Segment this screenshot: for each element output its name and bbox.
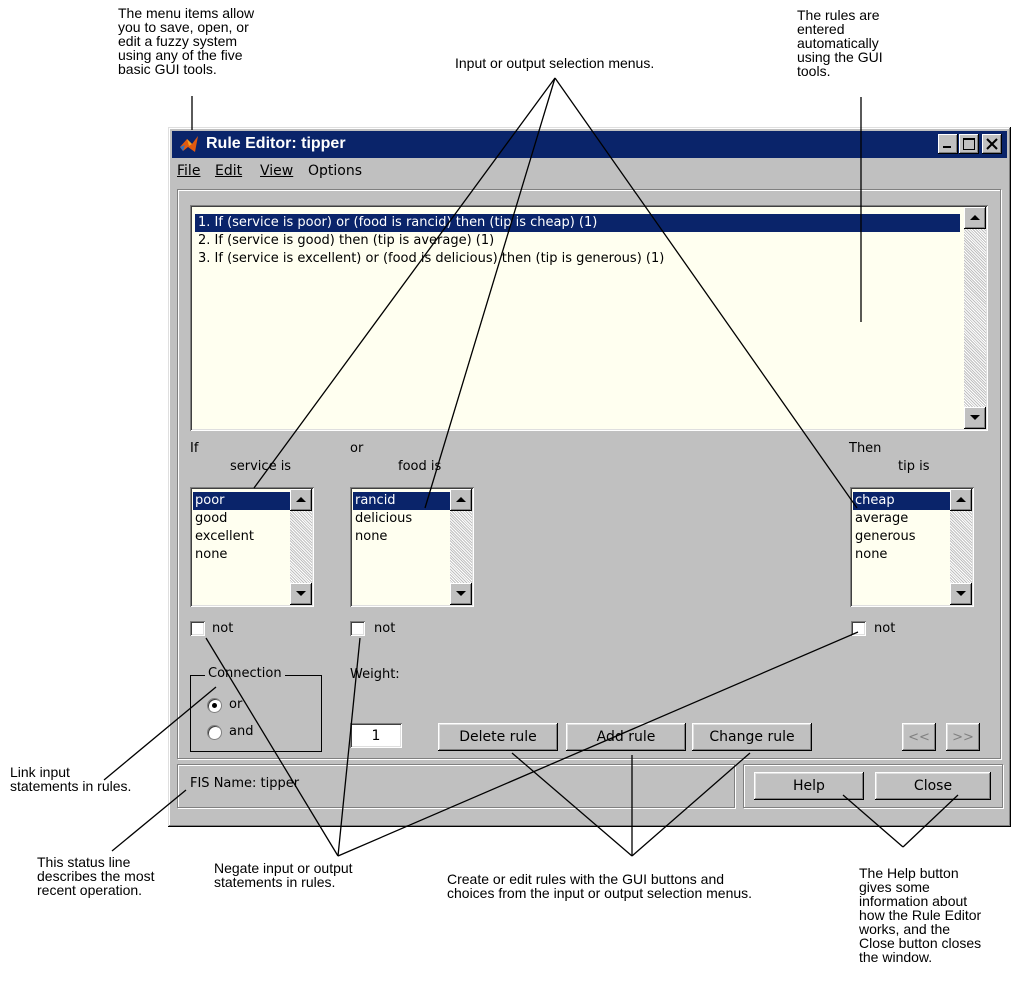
service-not-checkbox[interactable]: [190, 621, 205, 636]
arrow-down-icon: [970, 415, 980, 420]
next-rule-button[interactable]: >>: [946, 723, 980, 751]
menu-bar: File Edit View Options: [172, 160, 1007, 182]
callout-link-input: Link input statements in rules.: [10, 764, 132, 794]
service-not-label: not: [212, 621, 234, 636]
close-window-button[interactable]: [982, 134, 1002, 154]
matlab-icon: [180, 136, 198, 152]
arrow-down-icon: [956, 591, 966, 596]
list-item[interactable]: none: [193, 546, 227, 564]
food-listbox[interactable]: rancid delicious none: [350, 487, 474, 607]
maximize-button[interactable]: [959, 134, 979, 154]
service-listbox[interactable]: poor good excellent none: [190, 487, 314, 607]
maximize-icon: [963, 138, 975, 150]
arrow-up-icon: [956, 497, 966, 502]
help-button[interactable]: Help: [754, 772, 864, 800]
close-icon: [986, 138, 998, 150]
tip-not-checkbox[interactable]: [851, 621, 866, 636]
rule-item[interactable]: 3. If (service is excellent) or (food is…: [195, 250, 664, 268]
menu-options[interactable]: Options: [308, 163, 362, 179]
callout-help-close: The Help button gives some information a…: [859, 865, 982, 965]
scroll-down-button[interactable]: [450, 583, 472, 605]
rule-item[interactable]: 2. If (service is good) then (tip is ave…: [195, 232, 494, 250]
prev-rule-button[interactable]: <<: [902, 723, 936, 751]
status-line: FIS Name: tipper: [177, 764, 735, 808]
list-item[interactable]: good: [193, 510, 227, 528]
help-close-panel: Help Close: [743, 764, 1003, 808]
menu-edit[interactable]: Edit: [215, 163, 242, 179]
list-item[interactable]: rancid: [353, 492, 451, 510]
rule-editor-window: Rule Editor: tipper File Edit View Optio…: [168, 127, 1011, 827]
arrow-down-icon: [456, 591, 466, 596]
radio-and[interactable]: [207, 725, 222, 740]
callout-create-edit: Create or edit rules with the GUI button…: [447, 871, 753, 901]
scroll-up-button[interactable]: [450, 489, 472, 511]
minimize-icon: [943, 146, 951, 148]
arrow-down-icon: [296, 591, 306, 596]
arrow-up-icon: [456, 497, 466, 502]
food-scrollbar[interactable]: [450, 489, 472, 605]
minimize-button[interactable]: [938, 134, 958, 154]
weight-label: Weight:: [350, 667, 400, 682]
list-item[interactable]: none: [853, 546, 887, 564]
status-text: FIS Name: tipper: [190, 776, 300, 791]
rules-scrollbar[interactable]: [964, 207, 986, 429]
callout-rules-entered: The rules are entered automatically usin…: [797, 7, 883, 79]
connection-group: Connection or and: [190, 666, 322, 752]
list-item[interactable]: delicious: [353, 510, 412, 528]
scroll-down-button[interactable]: [964, 407, 986, 429]
if-label: If: [190, 441, 199, 456]
or-label: or: [350, 441, 364, 456]
list-item[interactable]: average: [853, 510, 908, 528]
scroll-up-button[interactable]: [964, 207, 986, 229]
menu-file[interactable]: File: [177, 163, 200, 179]
weight-input[interactable]: 1: [350, 723, 402, 748]
delete-rule-button[interactable]: Delete rule: [438, 723, 558, 751]
scroll-up-button[interactable]: [950, 489, 972, 511]
service-scrollbar[interactable]: [290, 489, 312, 605]
rule-item[interactable]: 1. If (service is poor) or (food is ranc…: [195, 214, 960, 232]
scroll-down-button[interactable]: [290, 583, 312, 605]
tip-label: tip is: [898, 459, 930, 474]
radio-or-label: or: [229, 697, 243, 712]
menu-view[interactable]: View: [260, 163, 293, 179]
list-item[interactable]: cheap: [853, 492, 951, 510]
list-item[interactable]: generous: [853, 528, 916, 546]
close-button[interactable]: Close: [875, 772, 991, 800]
arrow-up-icon: [296, 497, 306, 502]
food-label: food is: [398, 459, 442, 474]
list-item[interactable]: excellent: [193, 528, 254, 546]
title-bar[interactable]: Rule Editor: tipper: [172, 131, 1007, 158]
callout-selection-menus: Input or output selection menus.: [455, 55, 655, 71]
arrow-up-icon: [970, 215, 980, 220]
service-label: service is: [230, 459, 292, 474]
callout-menu-items: The menu items allow you to save, open, …: [118, 5, 255, 77]
food-not-checkbox[interactable]: [350, 621, 365, 636]
food-not-label: not: [374, 621, 396, 636]
change-rule-button[interactable]: Change rule: [692, 723, 812, 751]
list-item[interactable]: none: [353, 528, 387, 546]
callout-status-line: This status line describes the most rece…: [37, 854, 155, 898]
list-item[interactable]: poor: [193, 492, 291, 510]
tip-scrollbar[interactable]: [950, 489, 972, 605]
tip-not-label: not: [874, 621, 896, 636]
radio-and-label: and: [229, 724, 254, 739]
scroll-down-button[interactable]: [950, 583, 972, 605]
add-rule-button[interactable]: Add rule: [566, 723, 686, 751]
scroll-up-button[interactable]: [290, 489, 312, 511]
rules-list[interactable]: 1. If (service is poor) or (food is ranc…: [190, 205, 988, 431]
callout-negate: Negate input or output statements in rul…: [214, 860, 353, 890]
radio-or[interactable]: [207, 698, 222, 713]
window-title: Rule Editor: tipper: [206, 135, 346, 152]
connection-title: Connection: [205, 666, 285, 681]
tip-listbox[interactable]: cheap average generous none: [850, 487, 974, 607]
then-label: Then: [849, 441, 882, 456]
radio-selected-dot: [212, 703, 217, 708]
